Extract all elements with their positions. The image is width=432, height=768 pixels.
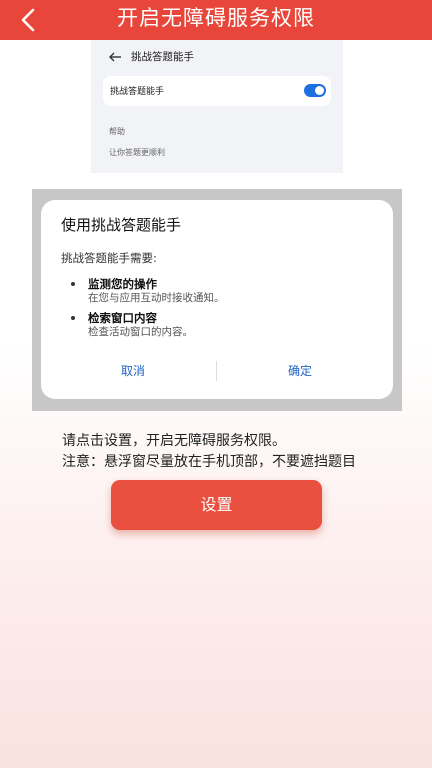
dialog-button-divider	[216, 361, 217, 381]
permission-desc: 检查活动窗口的内容。	[88, 326, 193, 338]
preview-title: 挑战答题能手	[131, 51, 194, 63]
preview-help-label: 帮助	[109, 127, 125, 136]
settings-preview-image: 挑战答题能手 挑战答题能手 帮助 让你答题更顺利	[91, 40, 343, 173]
preview-help-desc: 让你答题更顺利	[109, 148, 165, 157]
instruction-line-1: 请点击设置，开启无障碍服务权限。	[62, 433, 286, 449]
instruction-line-2: 注意：悬浮窗尽量放在手机顶部，不要遮挡题目	[62, 454, 356, 470]
permission-desc: 在您与应用互动时接收通知。	[88, 292, 225, 304]
permission-dialog: 使用挑战答题能手 挑战答题能手需要: 监测您的操作 在您与应用互动时接收通知。 …	[41, 200, 393, 399]
preview-toggle-switch	[304, 84, 326, 97]
preview-switch-row: 挑战答题能手	[103, 76, 331, 106]
preview-switch-label: 挑战答题能手	[110, 87, 165, 97]
toggle-knob	[315, 86, 324, 95]
dialog-intro: 挑战答题能手需要:	[61, 251, 157, 265]
title-bar: 开启无障碍服务权限	[0, 0, 432, 40]
arrow-left-icon	[109, 52, 121, 62]
bullet-icon	[71, 316, 75, 320]
instructions-text: 请点击设置，开启无障碍服务权限。 注意：悬浮窗尽量放在手机顶部，不要遮挡题目	[62, 431, 356, 473]
bullet-icon	[71, 282, 75, 286]
dialog-cancel-label: 取消	[120, 364, 145, 378]
dialog-preview-image: 使用挑战答题能手 挑战答题能手需要: 监测您的操作 在您与应用互动时接收通知。 …	[32, 189, 402, 411]
page-title: 开启无障碍服务权限	[117, 6, 315, 30]
dialog-title: 使用挑战答题能手	[61, 216, 182, 234]
settings-button[interactable]: 设置	[111, 480, 322, 530]
dialog-confirm-label: 确定	[287, 364, 312, 378]
